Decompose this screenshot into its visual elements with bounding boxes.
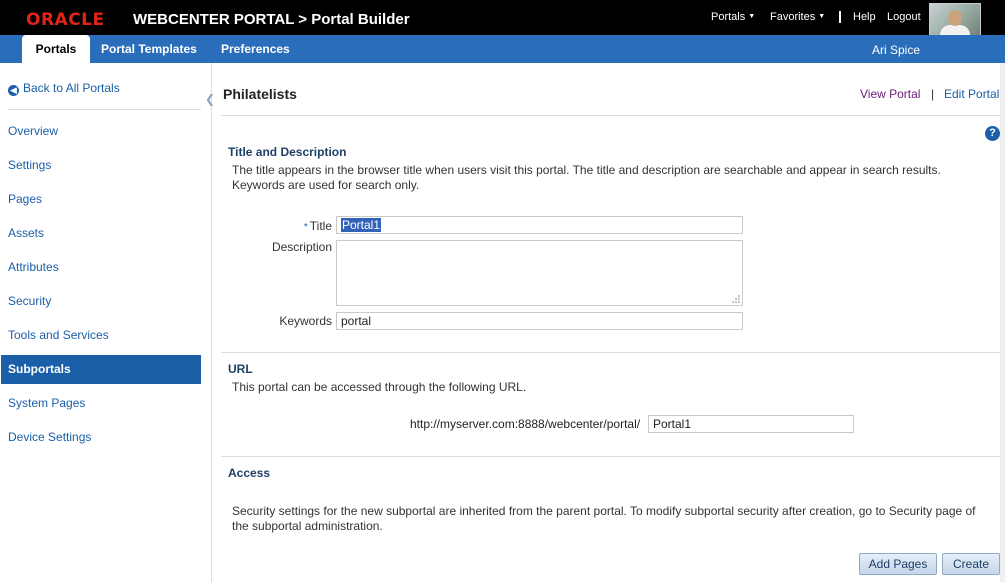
back-link-label: Back to All Portals <box>23 81 120 95</box>
title-label-text: Title <box>309 219 332 233</box>
top-header: ORACLE WEBCENTER PORTAL > Portal Builder… <box>0 0 1005 41</box>
user-name[interactable]: Ari Spice <box>872 43 920 57</box>
header-rule <box>221 115 1003 116</box>
favorites-menu[interactable]: Favorites ▼ <box>770 11 825 23</box>
edit-portal-link[interactable]: Edit Portal <box>944 87 999 101</box>
url-description: This portal can be accessed through the … <box>232 380 527 394</box>
help-icon[interactable]: ? <box>985 126 1000 141</box>
access-description-1: Security settings for the new subportal … <box>232 504 976 518</box>
title-description-text-1: The title appears in the browser title w… <box>232 163 941 177</box>
description-textarea[interactable] <box>336 240 743 306</box>
main-panel: Philatelists View Portal | Edit Portal ?… <box>213 63 1005 582</box>
tab-bar: Portals Portal Templates Preferences Ari… <box>0 35 1005 63</box>
page-title: Philatelists <box>223 86 297 102</box>
keywords-input[interactable]: portal <box>336 312 743 330</box>
sidebar-item-device-settings[interactable]: Device Settings <box>1 423 201 452</box>
header-divider <box>839 11 841 23</box>
resize-grip-icon[interactable] <box>730 293 740 303</box>
access-description-2: the subportal administration. <box>232 519 383 533</box>
title-input[interactable]: Portal1 <box>336 216 743 234</box>
tab-portals[interactable]: Portals <box>22 35 90 63</box>
tab-portal-templates[interactable]: Portal Templates <box>101 35 197 63</box>
title-input-value: Portal1 <box>341 218 382 232</box>
keywords-label: Keywords <box>279 314 332 328</box>
help-link[interactable]: Help <box>853 11 876 23</box>
chevron-down-icon: ▼ <box>818 13 826 20</box>
back-arrow-icon: ◀ <box>8 85 19 96</box>
oracle-logo: ORACLE <box>26 10 105 30</box>
sidebar-item-settings[interactable]: Settings <box>1 151 201 180</box>
access-heading: Access <box>228 466 271 480</box>
app-title: WEBCENTER PORTAL > Portal Builder <box>133 11 410 28</box>
scrollbar[interactable] <box>1000 63 1005 582</box>
sidebar-item-subportals[interactable]: Subportals <box>1 355 201 384</box>
tab-preferences[interactable]: Preferences <box>221 35 290 63</box>
sidebar-item-security[interactable]: Security <box>1 287 201 316</box>
sidebar-item-overview[interactable]: Overview <box>1 117 201 146</box>
portals-menu[interactable]: Portals ▼ <box>711 11 755 23</box>
title-description-heading: Title and Description <box>228 145 347 159</box>
sidebar-item-pages[interactable]: Pages <box>1 185 201 214</box>
required-mark: * <box>303 222 308 233</box>
admin-sidebar: ◀ Back to All Portals Overview Settings P… <box>0 63 212 582</box>
add-pages-button[interactable]: Add Pages <box>859 553 937 575</box>
logout-link[interactable]: Logout <box>887 11 921 23</box>
sidebar-item-tools-and-services[interactable]: Tools and Services <box>1 321 201 350</box>
title-label: * Title <box>222 219 332 233</box>
chevron-down-icon: ▼ <box>748 13 756 20</box>
back-to-all-portals-link[interactable]: ◀ Back to All Portals <box>8 81 120 96</box>
sidebar-item-assets[interactable]: Assets <box>1 219 201 248</box>
sidebar-divider <box>8 109 201 110</box>
url-input[interactable]: Portal1 <box>648 415 854 433</box>
description-label: Description <box>271 240 332 254</box>
avatar-head <box>948 10 962 26</box>
section-divider <box>221 352 1003 353</box>
favorites-menu-label: Favorites <box>770 11 816 23</box>
view-portal-link[interactable]: View Portal <box>860 87 920 101</box>
url-heading: URL <box>228 362 253 376</box>
link-separator: | <box>931 87 935 101</box>
portals-menu-label: Portals <box>711 11 746 23</box>
title-description-text-2: Keywords are used for search only. <box>232 178 420 192</box>
section-divider <box>221 456 1003 457</box>
sidebar-item-system-pages[interactable]: System Pages <box>1 389 201 418</box>
create-button[interactable]: Create <box>942 553 1000 575</box>
url-prefix: http://myserver.com:8888/webcenter/porta… <box>410 417 641 431</box>
sidebar-item-attributes[interactable]: Attributes <box>1 253 201 282</box>
